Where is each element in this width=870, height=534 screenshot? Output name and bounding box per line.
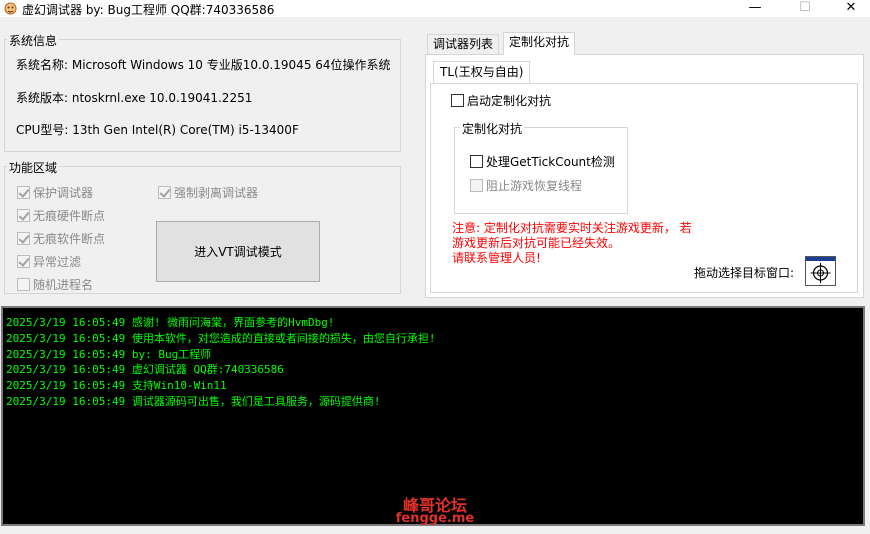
checkbox-box [17,278,30,291]
window-title: 虚幻调试器 by: Bug工程师 QQ群:740336586 [22,3,275,17]
watermark-url: fengge.me [395,511,475,526]
log-line: 2025/3/19 16:05:49 虚幻调试器 QQ群:740336586 [6,363,284,376]
warning-note-line: 注意: 定制化对抗需要实时关注游戏更新， 若 [452,221,692,235]
log-line: 2025/3/19 16:05:49 by: Bug工程师 [6,348,212,361]
checkbox-label: 保护调试器 [33,186,94,200]
checkbox-box [158,186,171,199]
maximize-button[interactable]: ☐ [782,0,828,17]
checkbox-box [470,179,483,192]
checkbox-label: 无痕硬件断点 [33,209,106,223]
warning-note-line: 游戏更新后对抗可能已经失效。 [452,236,621,250]
log-line: 2025/3/19 16:05:49 感谢! 微雨问海棠，界面参考的HvmDbg… [6,316,335,329]
checkbox-box [17,186,30,199]
handle-gettickcount-checkbox[interactable]: 处理GetTickCount检测 [470,153,615,170]
minimize-button[interactable]: — [732,0,778,17]
exception-filter-checkbox[interactable]: 异常过滤 [17,253,81,270]
drag-target-label: 拖动选择目标窗口: [694,266,795,280]
checkbox-label: 强制剥离调试器 [174,186,259,200]
os-name-text: 系统名称: Microsoft Windows 10 专业版10.0.19045… [16,58,391,72]
checkbox-label: 异常过滤 [33,255,82,269]
enable-custom-countermeasure-checkbox[interactable]: 启动定制化对抗 [451,92,551,109]
os-version-text: 系统版本: ntoskrnl.exe 10.0.19041.2251 [16,91,253,105]
countermeasure-options-group [454,127,628,214]
checkbox-label: 无痕软件断点 [33,232,106,246]
log-console[interactable]: 2025/3/19 16:05:49 感谢! 微雨问海棠，界面参考的HvmDbg… [1,306,865,526]
log-line: 2025/3/19 16:05:49 调试器源码可出售，我们是工具服务，源码提供… [6,395,381,408]
stealth-hw-breakpoint-checkbox[interactable]: 无痕硬件断点 [17,207,105,224]
warning-note: 注意: 定制化对抗需要实时关注游戏更新， 若 游戏更新后对抗可能已经失效。 请联… [452,221,692,266]
enter-vt-debug-mode-button[interactable]: 进入VT调试模式 [156,221,320,282]
protect-debugger-checkbox[interactable]: 保护调试器 [17,184,93,201]
close-button[interactable]: ✕ [828,0,870,17]
tab-custom-countermeasure[interactable]: 定制化对抗 [503,32,576,55]
warning-note-line: 请联系管理人员! [452,251,541,265]
force-detach-debugger-checkbox[interactable]: 强制剥离调试器 [158,184,258,201]
tab-debugger-list[interactable]: 调试器列表 [427,34,500,55]
checkbox-label: 阻止游戏恢复线程 [486,179,583,193]
checkbox-label: 处理GetTickCount检测 [486,155,615,169]
log-line: 2025/3/19 16:05:49 支持Win10-Win11 [6,379,227,392]
checkbox-box [451,94,464,107]
tab-tl-game[interactable]: TL(王权与自由) [433,61,531,83]
stealth-sw-breakpoint-checkbox[interactable]: 无痕软件断点 [17,230,105,247]
random-process-name-checkbox[interactable]: 随机进程名 [17,276,93,293]
crosshair-icon [806,257,835,283]
app-icon [4,2,17,15]
crosshair-target-icon[interactable] [805,256,836,286]
checkbox-box [470,155,483,168]
checkbox-label: 启动定制化对抗 [467,94,552,108]
features-legend: 功能区域 [7,159,60,176]
checkbox-box [17,255,30,268]
cpu-text: CPU型号: 13th Gen Intel(R) Core(TM) i5-134… [16,123,299,137]
checkbox-box [17,232,30,245]
title-bar[interactable]: 虚幻调试器 by: Bug工程师 QQ群:740336586 — ☐ ✕ [0,0,870,17]
system-info-legend: 系统信息 [7,32,60,49]
block-thread-restore-checkbox[interactable]: 阻止游戏恢复线程 [470,177,582,194]
checkbox-label: 随机进程名 [33,278,94,292]
checkbox-box [17,209,30,222]
countermeasure-options-legend: 定制化对抗 [460,120,525,137]
log-line: 2025/3/19 16:05:49 使用本软件，对您造成的直接或者间接的损失，… [6,332,436,345]
